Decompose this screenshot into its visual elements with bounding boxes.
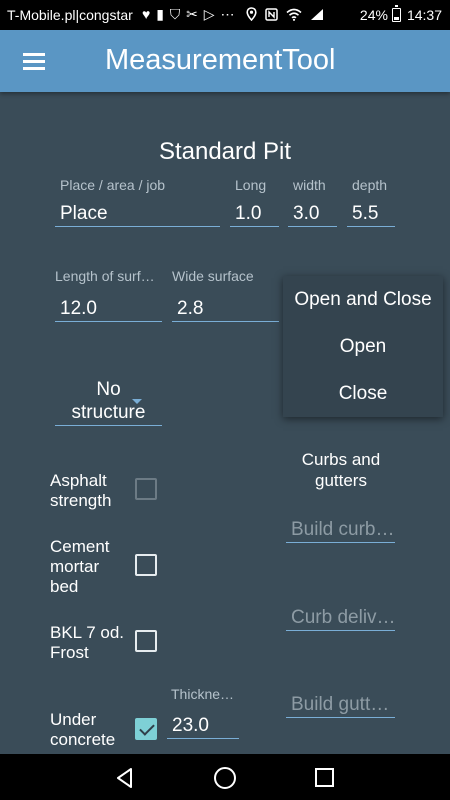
battery-percent: 24% (359, 7, 388, 23)
spinner-line-1: No (96, 379, 121, 400)
depth-input[interactable]: 5.5 (347, 201, 395, 227)
curb-delivery-input[interactable]: Curb deliv… (286, 605, 395, 631)
cement-mortar-bed-checkbox[interactable] (135, 554, 157, 576)
option-open[interactable]: Open (283, 336, 443, 358)
dropdown-arrow-icon (132, 399, 142, 404)
option-open-and-close[interactable]: Open and Close (283, 289, 443, 311)
curbs-gutters-header: Curbs and gutters (301, 450, 381, 490)
carrier-name: T-Mobile.pl|congstar (7, 7, 133, 23)
cement-mortar-bed-label: Cement mortar bed (50, 537, 110, 596)
width-input[interactable]: 3.0 (288, 201, 337, 227)
location-icon (246, 7, 257, 22)
length-surface-label: Length of surf… (55, 268, 155, 284)
navigation-bar (0, 754, 450, 800)
home-circle-icon[interactable] (214, 767, 236, 789)
long-label: Long (235, 177, 267, 193)
place-input[interactable]: Place (55, 201, 220, 227)
place-label: Place / area / job (60, 177, 166, 193)
app-title: MeasurementTool (105, 44, 336, 76)
thickness-input[interactable]: 23.0 (167, 713, 239, 739)
bkl-frost-checkbox[interactable] (135, 630, 157, 652)
under-concrete-label: Under concrete (50, 710, 116, 749)
battery-icon (391, 5, 401, 22)
status-bar: T-Mobile.pl|congstar ♥ ▮ ⛉ ✂ ▷ ⋯ 24% 14:3… (0, 0, 450, 30)
hamburger-menu-icon[interactable] (20, 49, 50, 73)
structure-dropdown-menu: Open and Close Open Close (283, 276, 443, 417)
wide-surface-input[interactable]: 2.8 (172, 296, 279, 322)
thickness-label: Thickne… (171, 686, 235, 702)
wifi-icon (286, 8, 302, 21)
signal-icon (311, 9, 324, 20)
bkl-frost-label: BKL 7 od. Frost (50, 623, 125, 662)
depth-label: depth (352, 177, 388, 193)
wide-surface-label: Wide surface (172, 268, 254, 284)
status-icons: ♥ ▮ ⛉ ✂ ▷ ⋯ (142, 6, 324, 23)
clock: 14:37 (406, 7, 442, 23)
spinner-line-2: structure (71, 402, 146, 423)
asphalt-strength-label: Asphalt strength (50, 471, 112, 510)
recent-square-icon[interactable] (315, 768, 334, 787)
back-triangle-icon[interactable] (114, 767, 136, 789)
nfc-icon (265, 8, 278, 21)
structure-spinner[interactable]: No structure (55, 378, 162, 426)
build-curb-input[interactable]: Build curb… (286, 517, 395, 543)
build-gutter-input[interactable]: Build gutt… (286, 692, 395, 718)
option-close[interactable]: Close (283, 383, 443, 405)
long-input[interactable]: 1.0 (230, 201, 279, 227)
width-label: width (293, 177, 326, 193)
under-concrete-checkbox[interactable] (135, 718, 157, 740)
notification-icons: ♥ ▮ ⛉ ✂ ▷ ⋯ (142, 6, 236, 22)
asphalt-strength-checkbox[interactable] (135, 478, 157, 500)
app-bar: MeasurementTool (0, 30, 450, 92)
section-title: Standard Pit (158, 138, 292, 165)
length-surface-input[interactable]: 12.0 (55, 296, 162, 322)
